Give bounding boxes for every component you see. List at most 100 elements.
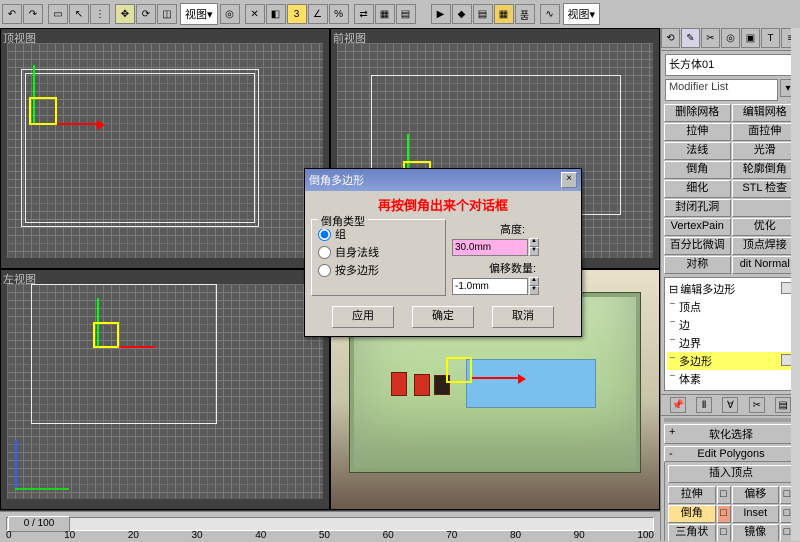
mod-btn[interactable]: 轮廓倒角	[732, 161, 799, 179]
extrude-button[interactable]: 拉伸	[668, 486, 716, 504]
tab-motion-icon[interactable]: ◎	[721, 28, 740, 48]
array-icon[interactable]: ▦	[375, 4, 395, 24]
mod-btn[interactable]: 百分比微调	[664, 237, 731, 255]
show-icon[interactable]: Ⅱ	[696, 397, 712, 413]
scale-icon[interactable]: ◫	[157, 4, 177, 24]
bevel-settings-icon[interactable]: □	[717, 505, 731, 523]
mod-btn[interactable]: 细化	[664, 180, 731, 198]
select-icon[interactable]: ▭	[48, 4, 68, 24]
mod-btn[interactable]: dit Normal	[732, 256, 799, 274]
stack-item-border[interactable]: 边界	[667, 334, 795, 352]
cancel-button[interactable]: 取消	[492, 306, 554, 328]
move-icon[interactable]: ✥	[115, 4, 135, 24]
pin-icon[interactable]: 📌	[670, 397, 686, 413]
config-icon[interactable]: ▤	[775, 397, 791, 413]
ok-button[interactable]: 确定	[412, 306, 474, 328]
outline-button[interactable]: 偏移	[732, 486, 780, 504]
offset-spinner[interactable]: ▲▼	[529, 277, 539, 295]
object-name-field[interactable]: 长方体01	[665, 54, 797, 76]
modifier-stack[interactable]: 编辑多边形 顶点 边 边界 多边形 体素	[664, 277, 798, 391]
time-ticks: 0102030405060708090100	[6, 530, 654, 542]
select-lock-icon[interactable]: ✕	[245, 4, 265, 24]
rollout-edit-body: 插入顶点 拉伸 □ 偏移 □ 倒角 □ Inset □ 三角状 □ 镜像 □ H…	[664, 462, 798, 541]
mod-btn[interactable]: VertexPain	[664, 218, 731, 236]
mod-btn[interactable]: STL 检查	[732, 180, 799, 198]
rotate-icon[interactable]: ⟳	[136, 4, 156, 24]
angle-snap-icon[interactable]: ∠	[308, 4, 328, 24]
play-icon[interactable]: ▶	[431, 4, 451, 24]
tab-modify-icon[interactable]: ✎	[681, 28, 700, 48]
radio-local[interactable]: 自身法线	[318, 244, 439, 260]
layers-icon[interactable]: ▤	[473, 4, 493, 24]
inset-button[interactable]: Inset	[732, 505, 780, 523]
apply-button[interactable]: 应用	[332, 306, 394, 328]
stack-item-polygon[interactable]: 多边形	[667, 352, 795, 370]
snapshot-icon[interactable]: ▤	[396, 4, 416, 24]
tri-settings-icon[interactable]: □	[717, 524, 731, 541]
bevel-button[interactable]: 倒角	[668, 505, 716, 523]
render-icon[interactable]: ▦	[494, 4, 514, 24]
selection-set-dropdown[interactable]: 视图 ▾	[563, 3, 601, 25]
stack-toolbar: 📌 Ⅱ ∀ ✂ ▤	[661, 394, 800, 416]
select-name-icon[interactable]: ⋮	[90, 4, 110, 24]
height-spinner[interactable]: ▲▼	[529, 238, 539, 256]
center-icon[interactable]: ◎	[220, 4, 240, 24]
unique-icon[interactable]: ∀	[722, 397, 738, 413]
mod-btn[interactable]: 面拉伸	[732, 123, 799, 141]
offset-field[interactable]: -1.0mm	[452, 278, 528, 295]
reference-coord-dropdown[interactable]: 视图 ▾	[180, 3, 218, 25]
radio-input[interactable]	[318, 264, 331, 277]
rollout-edit-polygons[interactable]: -Edit Polygons	[664, 446, 798, 462]
radio-bypoly[interactable]: 按多边形	[318, 262, 439, 278]
mod-btn[interactable]: 优化	[732, 218, 799, 236]
undo-icon[interactable]: ↶	[2, 4, 22, 24]
height-label: 高度:	[452, 221, 573, 237]
offset-label: 偏移数量:	[452, 260, 573, 276]
close-icon[interactable]: ×	[561, 172, 577, 188]
tab-create-icon[interactable]: ⟲	[661, 28, 680, 48]
mod-btn[interactable]: 光滑	[732, 142, 799, 160]
tab-hierarchy-icon[interactable]: ✂	[701, 28, 720, 48]
radio-input[interactable]	[318, 228, 331, 241]
material-icon[interactable]: ◆	[452, 4, 472, 24]
rollout-soft-select[interactable]: +软化选择	[664, 424, 798, 444]
viewport-left[interactable]: 左视图	[0, 269, 330, 510]
bevel-dialog: 倒角多边形 × 再按倒角出来个对话框 倒角类型 组 自身法线 按多边形 高度: …	[304, 168, 582, 337]
mod-btn[interactable]: 拉伸	[664, 123, 731, 141]
stack-item-vertex[interactable]: 顶点	[667, 298, 795, 316]
stack-head[interactable]: 编辑多边形	[667, 280, 795, 298]
viewport-top[interactable]: 顶视图	[0, 28, 330, 269]
radio-input[interactable]	[318, 246, 331, 259]
tab-display-icon[interactable]: ▣	[741, 28, 760, 48]
align-icon[interactable]: ⇄	[354, 4, 374, 24]
mod-btn[interactable]: 删除网格	[664, 104, 731, 122]
curve-icon[interactable]: ∿	[540, 4, 560, 24]
snap-icon[interactable]: 3	[287, 4, 307, 24]
time-slider-track[interactable]	[6, 517, 654, 531]
remove-icon[interactable]: ✂	[749, 397, 765, 413]
mirror-icon[interactable]: ◧	[266, 4, 286, 24]
stack-item-edge[interactable]: 边	[667, 316, 795, 334]
mod-btn[interactable]: 法线	[664, 142, 731, 160]
mod-btn[interactable]	[732, 199, 799, 217]
cursor-icon[interactable]: ↖	[69, 4, 89, 24]
tab-utilities-icon[interactable]: T	[761, 28, 780, 48]
panel-scrollbar[interactable]	[791, 28, 800, 541]
modifier-list-dropdown[interactable]: Modifier List	[665, 79, 778, 101]
schematic-icon[interactable]: 품	[515, 4, 535, 24]
triangulate-button[interactable]: 三角状	[668, 524, 716, 541]
stack-item-element[interactable]: 体素	[667, 370, 795, 388]
mod-btn[interactable]: 倒角	[664, 161, 731, 179]
mod-btn[interactable]: 封闭孔洞	[664, 199, 731, 217]
dialog-titlebar[interactable]: 倒角多边形 ×	[305, 169, 581, 191]
redo-icon[interactable]: ↷	[23, 4, 43, 24]
insert-vertex-button[interactable]: 插入顶点	[668, 465, 794, 483]
height-field[interactable]: 30.0mm	[452, 239, 528, 256]
mod-btn[interactable]: 顶点焊接	[732, 237, 799, 255]
mod-btn[interactable]: 对称	[664, 256, 731, 274]
percent-snap-icon[interactable]: %	[329, 4, 349, 24]
extrude-settings-icon[interactable]: □	[717, 486, 731, 504]
mirror-button[interactable]: 镜像	[732, 524, 780, 541]
mod-btn[interactable]: 编辑网格	[732, 104, 799, 122]
viewport-label: 左视图	[3, 271, 36, 287]
